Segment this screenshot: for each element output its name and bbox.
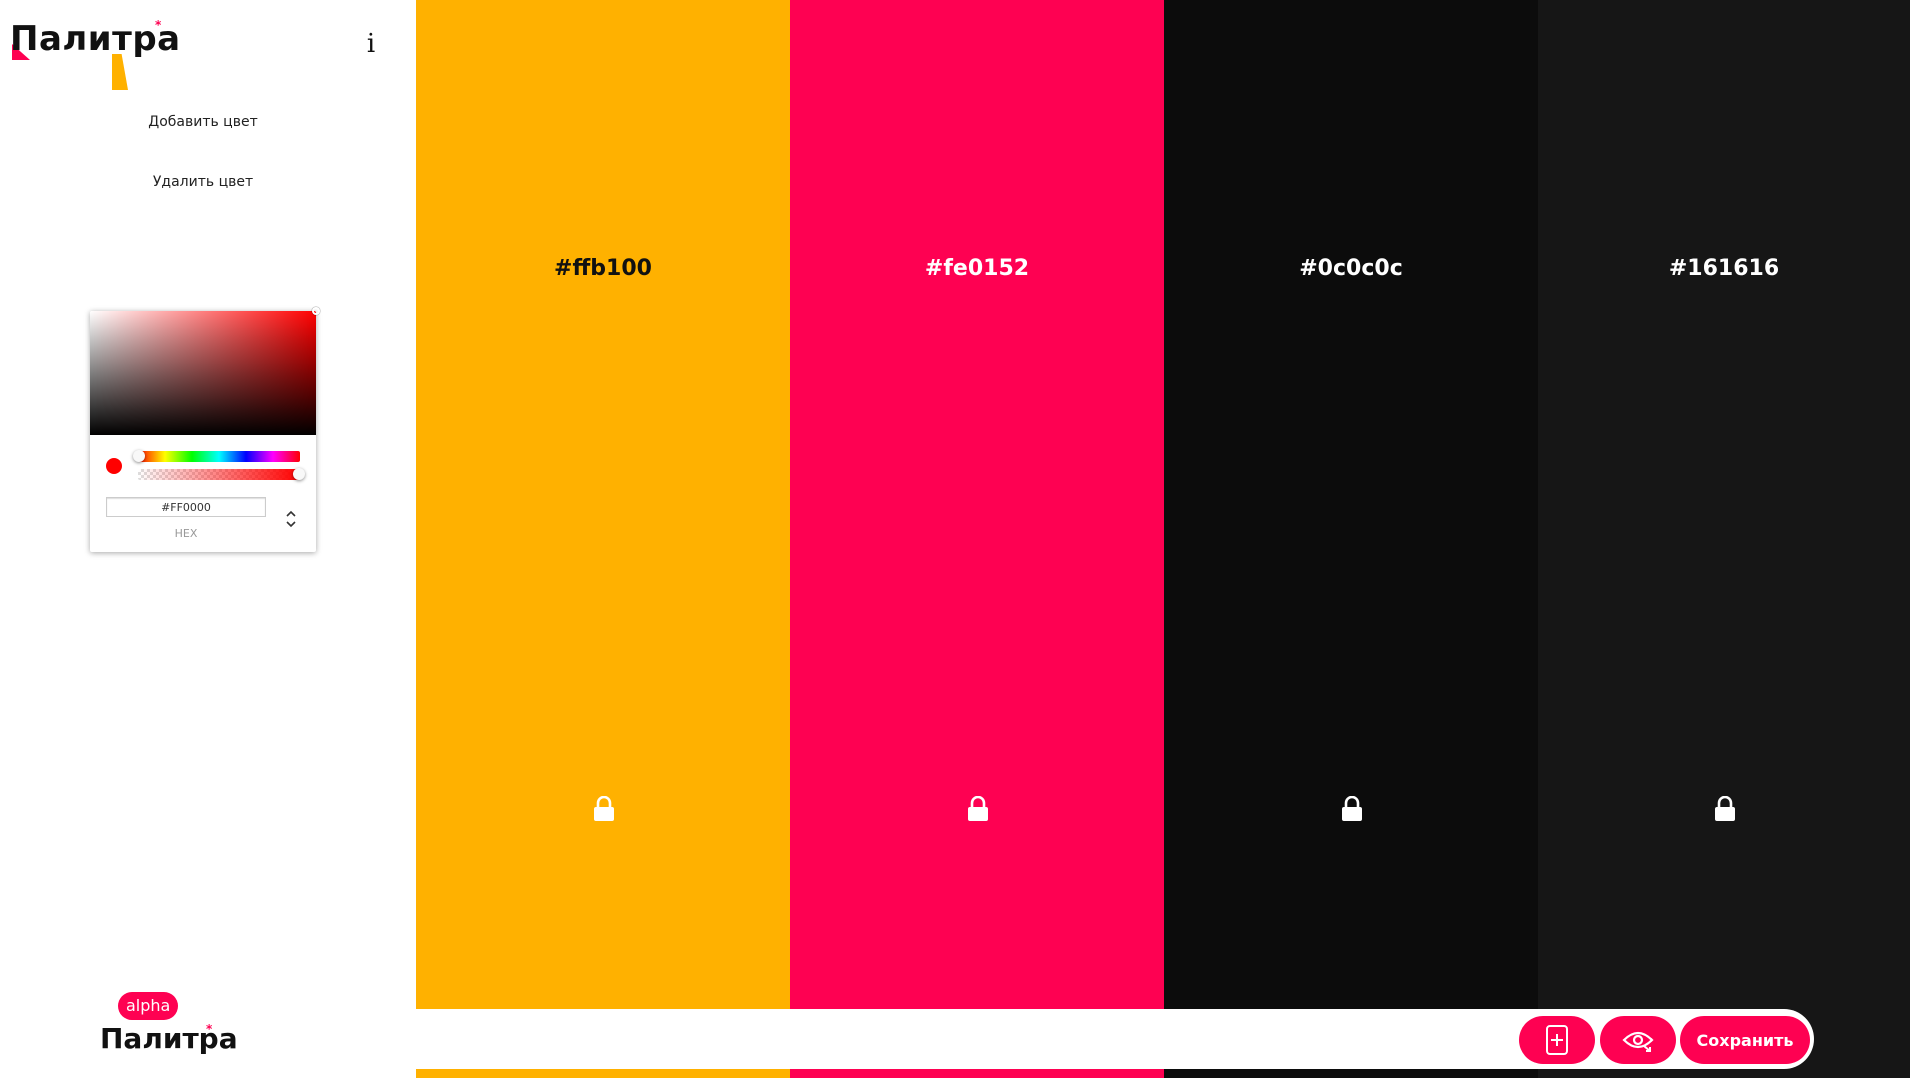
color-picker: HEX	[90, 307, 320, 552]
hue-slider[interactable]	[133, 450, 300, 462]
lock-icon[interactable]	[1341, 795, 1363, 822]
logo-star-icon: *	[155, 18, 162, 32]
lock-icon[interactable]	[1714, 795, 1736, 822]
hue-slider-handle[interactable]	[133, 450, 145, 462]
logo-bottom-text: Палитра	[100, 1022, 238, 1055]
sidebar: Палитра * i Добавить цвет Удалить цвет H…	[0, 0, 416, 1078]
alpha-slider-handle[interactable]	[293, 468, 305, 480]
color-column-2[interactable]: #fe0152	[790, 0, 1164, 1078]
color-column-4[interactable]: #161616	[1538, 0, 1910, 1078]
logo-alpha: alpha Палитра *	[100, 992, 238, 1062]
current-color-swatch	[106, 458, 122, 474]
add-color-button[interactable]: Добавить цвет	[0, 114, 406, 130]
info-button[interactable]: i	[364, 30, 378, 58]
eye-icon	[1622, 1031, 1654, 1052]
add-page-button[interactable]	[1519, 1016, 1595, 1064]
color-hex-label[interactable]: #0c0c0c	[1164, 256, 1538, 281]
chevron-up-down-icon	[286, 510, 296, 528]
save-button[interactable]: Сохранить	[1680, 1016, 1810, 1064]
hex-input[interactable]	[106, 497, 266, 517]
logo-star-icon: *	[206, 1022, 213, 1036]
format-toggle-button[interactable]	[284, 507, 298, 531]
lock-icon[interactable]	[967, 795, 989, 822]
color-column-1[interactable]: #ffb100	[416, 0, 790, 1078]
alpha-badge: alpha	[118, 992, 179, 1020]
remove-color-button[interactable]: Удалить цвет	[0, 174, 406, 190]
add-page-icon	[1546, 1025, 1568, 1055]
color-hex-label[interactable]: #fe0152	[790, 256, 1164, 281]
saturation-area[interactable]	[90, 307, 320, 435]
alpha-slider[interactable]	[138, 468, 305, 480]
preview-button[interactable]	[1600, 1016, 1676, 1064]
lock-icon[interactable]	[593, 795, 615, 822]
bottom-toolbar: Сохранить	[416, 1009, 1814, 1069]
color-hex-label[interactable]: #ffb100	[416, 256, 790, 281]
hex-mode-label: HEX	[174, 527, 198, 540]
color-column-3[interactable]: #0c0c0c	[1164, 0, 1538, 1078]
color-hex-label[interactable]: #161616	[1538, 256, 1910, 281]
logo[interactable]: Палитра *	[10, 18, 180, 90]
saturation-handle[interactable]	[312, 307, 320, 315]
